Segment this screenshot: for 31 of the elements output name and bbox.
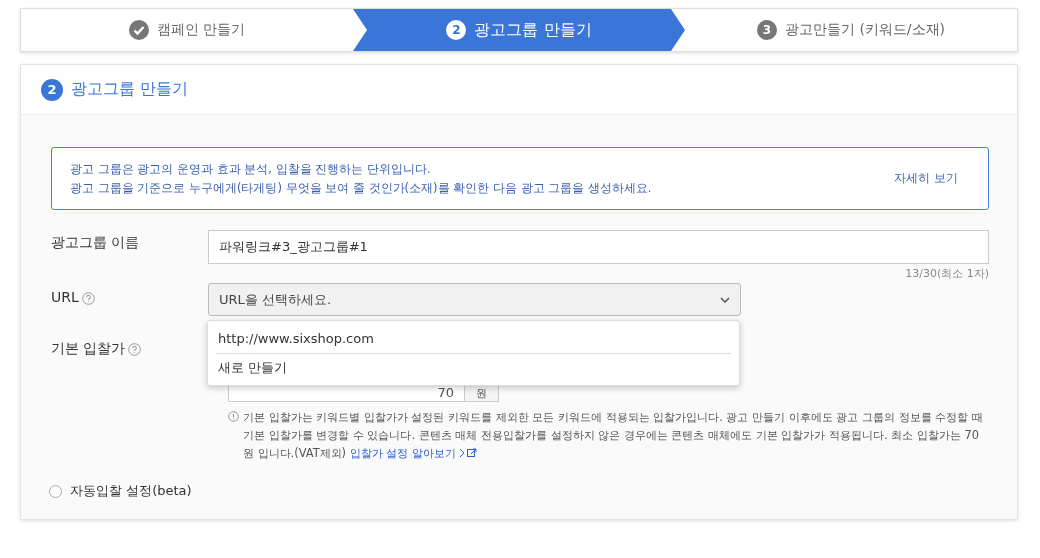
- section-title: 광고그룹 만들기: [71, 79, 189, 100]
- radio-button[interactable]: [49, 484, 62, 498]
- help-text: 기본 입찰가는 키워드별 입찰가가 설정된 키워드를 제외한 모든 키워드에 적용되는 입찰가입니다. 광고 만들기 이후에도 광고 그룹의 정보를 수정할 때 기본 입찰가를 변경할 수 있습니다. 콘텐츠 매체 전용입찰가를 설정하지 않은 경우에는 콘텐츠 매체에도 기본 입찰가가 적용됩니다. 최소 입찰가는 70원 입니다.(VAT제외) 입찰가 설정 알아보기: [243, 409, 984, 462]
- step-number: 2: [446, 20, 467, 40]
- char-counter: 13/30(최소 1자): [905, 266, 989, 281]
- help-icon[interactable]: [128, 343, 142, 356]
- info-icon: [228, 411, 239, 422]
- details-link[interactable]: 자세히 보기: [894, 170, 958, 187]
- step-label: 광고그룹 만들기: [474, 19, 592, 41]
- step-tab[interactable]: 캠페인 만들기: [21, 9, 353, 51]
- check-icon: [128, 20, 149, 40]
- step-label: 캠페인 만들기: [156, 21, 246, 39]
- step-tab[interactable]: 2 광고그룹 만들기: [353, 9, 685, 51]
- name-input[interactable]: 파워링크#3_광고그룹#1: [208, 230, 989, 264]
- dropdown-option[interactable]: 새로 만들기: [216, 353, 731, 382]
- notice-text: 광고 그룹을 기준으로 누구에게(타게팅) 무엇을 보여 줄 것인가(소재)를 확인한 다음 광고 그룹을 생성하세요.: [70, 180, 652, 196]
- bid-guide-link[interactable]: 입찰가 설정 알아보기: [349, 444, 477, 462]
- external-link-icon: [458, 448, 477, 458]
- dropdown-option[interactable]: http://www.sixshop.com: [216, 324, 731, 353]
- notice-text: 광고 그룹은 광고의 운영과 효과 분석, 입찰을 진행하는 단위입니다.: [70, 161, 432, 177]
- section-number: 2: [41, 78, 63, 101]
- step-tab[interactable]: 3 광고만들기 (키워드/소재): [685, 9, 1017, 51]
- field-label: 광고그룹 이름: [51, 234, 140, 252]
- field-label: 기본 입찰가: [51, 340, 126, 358]
- field-label: URL: [51, 289, 79, 305]
- help-icon[interactable]: [81, 292, 95, 305]
- step-number: 3: [756, 20, 777, 40]
- url-select[interactable]: URL을 선택하세요.: [208, 283, 741, 316]
- step-label: 광고만들기 (키워드/소재): [784, 21, 946, 39]
- radio-label: 자동입찰 설정(beta): [70, 482, 192, 500]
- chevron-icon: [720, 296, 730, 303]
